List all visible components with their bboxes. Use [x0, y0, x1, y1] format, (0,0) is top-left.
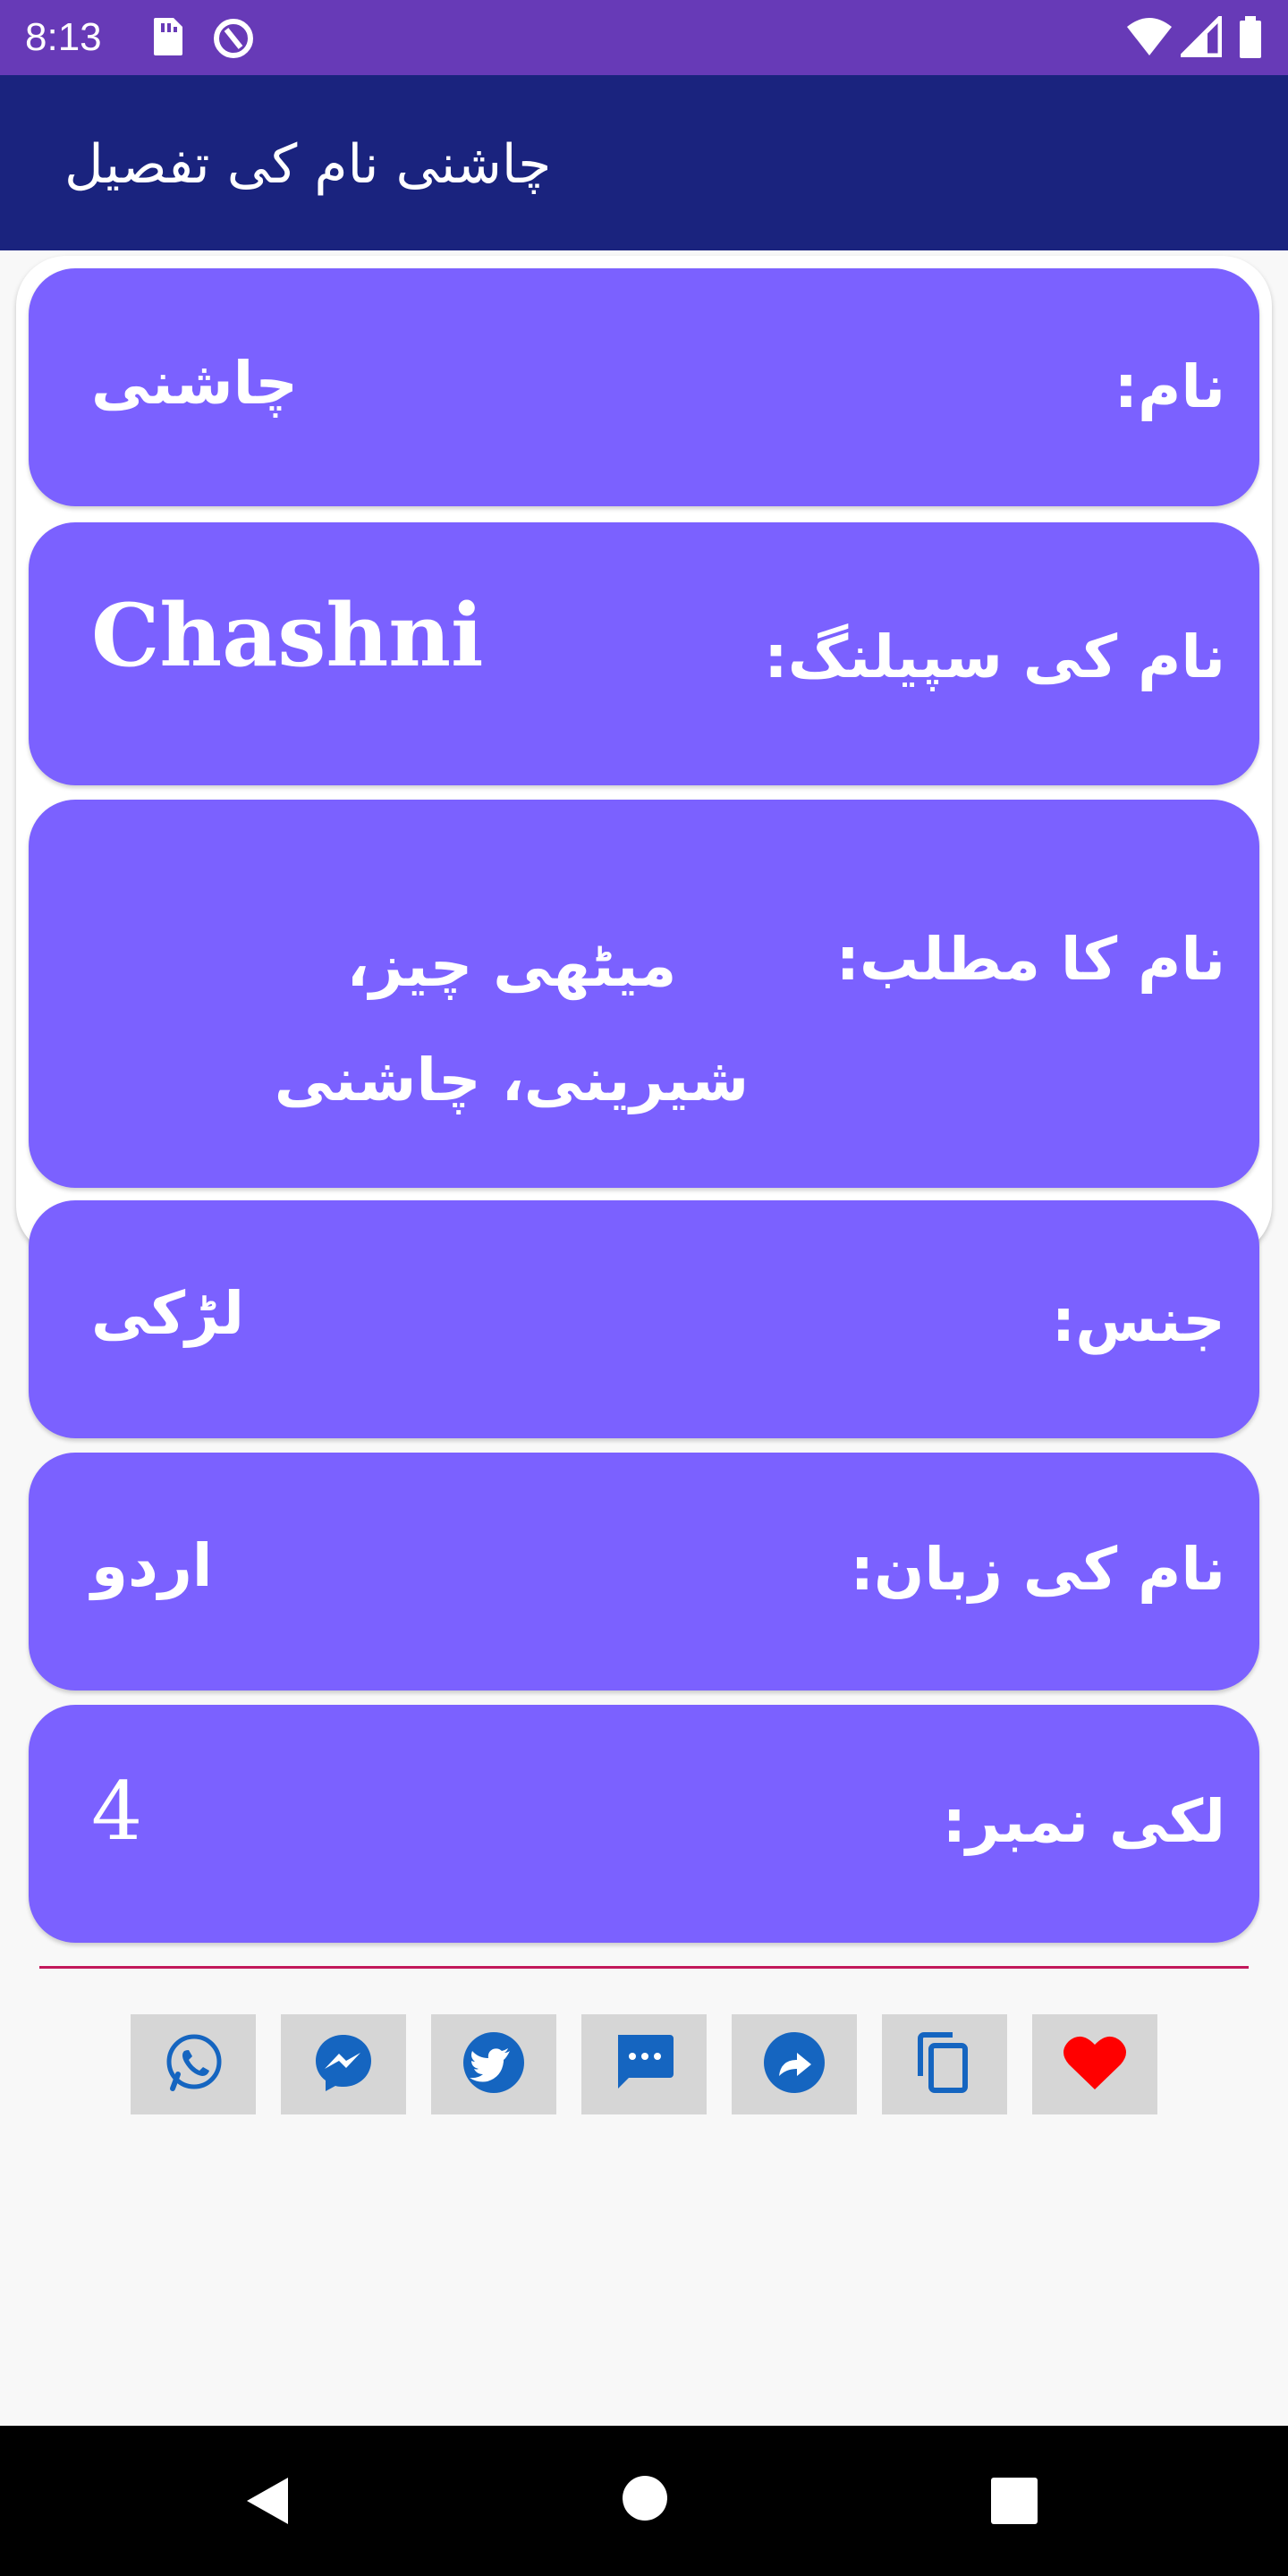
name-value: چاشنی — [91, 349, 298, 418]
data-saver-icon — [211, 16, 256, 64]
whatsapp-button[interactable] — [131, 2014, 256, 2114]
language-row: نام کی زبان: اردو — [29, 1453, 1259, 1690]
lucky-number-row: لکی نمبر: 4 — [29, 1705, 1259, 1943]
meaning-row: نام کا مطلب: میٹھی چیز، شیرینی، چاشنی — [29, 800, 1259, 1188]
spelling-value: Chashni — [91, 585, 484, 686]
meaning-label: نام کا مطلب: — [835, 925, 1225, 994]
messenger-button[interactable] — [281, 2014, 406, 2114]
gender-value: لڑکی — [91, 1279, 244, 1348]
sms-icon — [611, 2029, 677, 2099]
page-title: چاشنی نام کی تفصیل — [64, 133, 552, 196]
language-label: نام کی زبان: — [850, 1535, 1225, 1604]
copy-button[interactable] — [882, 2014, 1007, 2114]
favorite-button[interactable] — [1032, 2014, 1157, 2114]
status-bar: 8:13 — [0, 0, 1288, 75]
lucky-number-value: 4 — [91, 1765, 143, 1859]
gender-row: جنس: لڑکی — [29, 1200, 1259, 1438]
spelling-row: نام کی سپیلنگ: Chashni — [29, 522, 1259, 785]
recents-icon[interactable] — [991, 2478, 1038, 2528]
wifi-icon — [1125, 16, 1174, 61]
signal-icon — [1176, 12, 1223, 61]
home-icon[interactable] — [621, 2474, 669, 2526]
lucky-number-label: لکی نمبر: — [942, 1787, 1225, 1856]
name-label: نام: — [1114, 352, 1225, 421]
back-icon[interactable] — [242, 2474, 295, 2531]
favorite-icon — [1062, 2032, 1128, 2097]
messenger-icon — [310, 2029, 377, 2099]
share-icon — [761, 2029, 827, 2099]
language-value: اردو — [91, 1531, 213, 1600]
gender-label: جنس: — [1051, 1286, 1225, 1355]
twitter-icon — [461, 2029, 527, 2099]
copy-icon — [911, 2029, 978, 2099]
name-row: نام: چاشنی — [29, 268, 1259, 506]
sms-button[interactable] — [581, 2014, 707, 2114]
battery-icon — [1238, 16, 1263, 63]
name-details-card: نام: چاشنی نام کی سپیلنگ: Chashni نام کا… — [16, 256, 1272, 1438]
status-time: 8:13 — [25, 15, 102, 59]
navigation-bar — [0, 2426, 1288, 2576]
app-bar: چاشنی نام کی تفصیل — [0, 75, 1288, 250]
twitter-button[interactable] — [431, 2014, 556, 2114]
share-button[interactable] — [732, 2014, 857, 2114]
whatsapp-icon — [160, 2029, 226, 2099]
meaning-value: میٹھی چیز، شیرینی، چاشنی — [274, 931, 750, 1114]
sd-card-icon — [148, 16, 184, 61]
divider — [39, 1966, 1249, 1969]
spelling-label: نام کی سپیلنگ: — [764, 623, 1225, 691]
